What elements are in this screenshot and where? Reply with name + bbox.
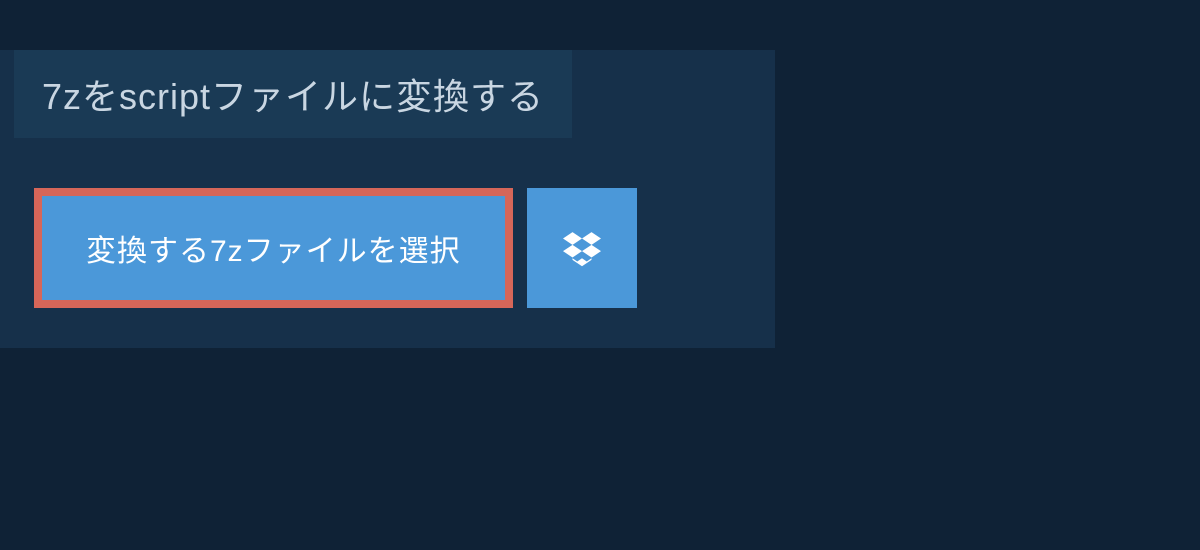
title-tab: 7zをscriptファイルに変換する [14,50,572,138]
button-row: 変換する7zファイルを選択 [34,188,775,308]
dropbox-icon [563,229,601,267]
page-title: 7zをscriptファイルに変換する [42,76,544,117]
select-file-button-label: 変換する7zファイルを選択 [86,226,461,270]
dropbox-button[interactable] [527,188,637,308]
select-file-button[interactable]: 変換する7zファイルを選択 [34,188,513,308]
converter-panel: 7zをscriptファイルに変換する 変換する7zファイルを選択 [0,50,775,348]
